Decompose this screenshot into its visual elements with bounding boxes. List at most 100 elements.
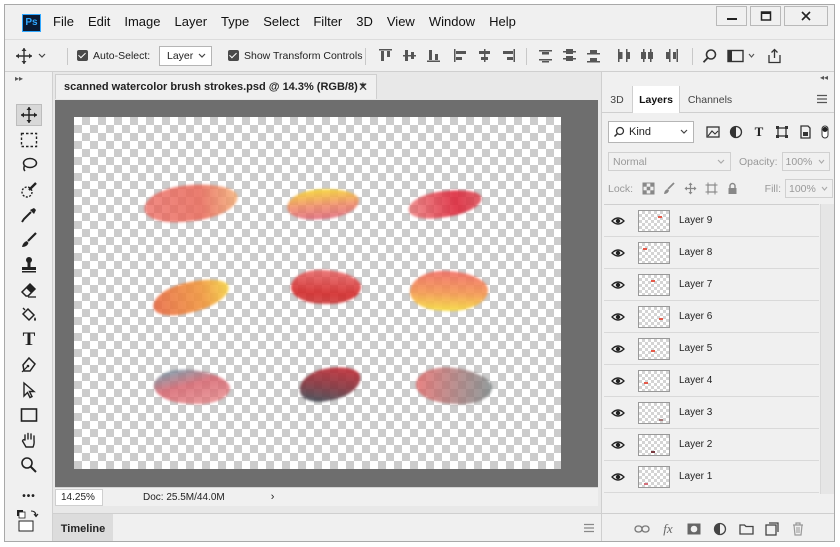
layer-row[interactable]: Layer 7 (604, 269, 819, 301)
visibility-toggle[interactable] (606, 408, 630, 418)
layer-list-scrollbar[interactable] (820, 204, 834, 494)
distribute-right-icon[interactable] (664, 48, 679, 63)
canvas[interactable] (74, 117, 561, 469)
menu-edit[interactable]: Edit (88, 14, 110, 32)
brush-tool[interactable] (16, 229, 42, 251)
workspace-button[interactable] (727, 40, 756, 71)
visibility-toggle[interactable] (606, 280, 630, 290)
tab-channels[interactable]: Channels (680, 86, 740, 113)
layer-row[interactable]: Layer 2 (604, 429, 819, 461)
layer-row[interactable]: Layer 4 (604, 365, 819, 397)
lasso-tool[interactable] (16, 154, 42, 176)
lock-position-icon[interactable] (684, 182, 697, 195)
menu-help[interactable]: Help (489, 14, 516, 32)
lock-image-icon[interactable] (663, 182, 676, 195)
layer-row[interactable]: Layer 1 (604, 461, 819, 493)
align-bottom-icon[interactable] (426, 48, 441, 63)
panel-menu-icon[interactable] (583, 523, 595, 533)
menu-file[interactable]: File (53, 14, 74, 32)
menu-image[interactable]: Image (124, 14, 160, 32)
new-layer-button[interactable] (764, 521, 780, 537)
tab-layers[interactable]: Layers (632, 86, 680, 113)
filter-kind-dropdown[interactable]: Kind (608, 121, 694, 143)
auto-select-target-dropdown[interactable]: Layer (159, 40, 212, 71)
add-mask-button[interactable] (686, 521, 702, 537)
blend-mode-dropdown[interactable]: Normal (608, 152, 731, 171)
close-document-icon[interactable]: ✕ (358, 80, 368, 94)
visibility-toggle[interactable] (606, 248, 630, 258)
new-group-button[interactable] (738, 521, 754, 537)
visibility-toggle[interactable] (606, 440, 630, 450)
canvas-viewport[interactable] (55, 100, 598, 487)
collapse-panel-icon[interactable]: ◂◂ (820, 73, 828, 82)
type-filter-icon[interactable]: T (752, 125, 766, 139)
layer-style-button[interactable]: fx (660, 521, 676, 537)
visibility-toggle[interactable] (606, 216, 630, 226)
menu-filter[interactable]: Filter (313, 14, 342, 32)
maximize-button[interactable] (750, 6, 781, 26)
image-filter-icon[interactable] (706, 125, 720, 139)
lock-artboard-icon[interactable] (705, 182, 718, 195)
visibility-toggle[interactable] (606, 472, 630, 482)
search-button[interactable] (702, 40, 718, 71)
visibility-toggle[interactable] (606, 312, 630, 322)
visibility-toggle[interactable] (606, 376, 630, 386)
align-top-icon[interactable] (378, 48, 393, 63)
shape-filter-icon[interactable] (775, 125, 789, 139)
hand-tool[interactable] (16, 429, 42, 451)
zoom-tool[interactable] (16, 454, 42, 476)
menu-window[interactable]: Window (429, 14, 475, 32)
panel-menu-icon[interactable] (816, 94, 828, 104)
distribute-left-icon[interactable] (616, 48, 631, 63)
status-info-arrow-icon[interactable]: › (271, 491, 275, 503)
layer-row[interactable]: Layer 3 (604, 397, 819, 429)
delete-layer-button[interactable] (790, 521, 806, 537)
menu-select[interactable]: Select (263, 14, 299, 32)
timeline-tab[interactable]: Timeline (53, 514, 113, 541)
tool-preset-picker[interactable] (15, 40, 47, 71)
align-vertical-center-icon[interactable] (402, 48, 417, 63)
type-tool[interactable]: T (16, 329, 42, 351)
align-horizontal-center-icon[interactable] (477, 48, 492, 63)
minimize-button[interactable] (716, 6, 747, 26)
distribute-bottom-icon[interactable] (586, 48, 601, 63)
visibility-toggle[interactable] (606, 344, 630, 354)
marquee-tool[interactable] (16, 129, 42, 151)
distribute-horizontal-center-icon[interactable] (640, 48, 655, 63)
menu-type[interactable]: Type (221, 14, 249, 32)
document-tab[interactable]: scanned watercolor brush strokes.psd @ 1… (55, 74, 377, 99)
distribute-vertical-center-icon[interactable] (562, 48, 577, 63)
tab-3d[interactable]: 3D (602, 86, 632, 113)
menu-layer[interactable]: Layer (175, 14, 208, 32)
layer-row[interactable]: Layer 8 (604, 237, 819, 269)
auto-select-checkbox[interactable]: Auto-Select: (77, 40, 150, 71)
more-tools-button[interactable]: ••• (16, 485, 42, 507)
distribute-top-icon[interactable] (538, 48, 553, 63)
move-tool[interactable] (16, 104, 42, 126)
lock-all-icon[interactable] (726, 182, 739, 195)
filter-toggle-icon[interactable] (818, 125, 832, 139)
eyedropper-tool[interactable] (16, 204, 42, 226)
rectangle-tool[interactable] (16, 404, 42, 426)
fill-field[interactable]: 100% (785, 179, 833, 198)
collapse-toolbar-icon[interactable]: ▸▸ (15, 74, 23, 83)
share-button[interactable] (767, 40, 782, 71)
menu-view[interactable]: View (387, 14, 415, 32)
path-select-tool[interactable] (16, 379, 42, 401)
zoom-field[interactable]: 14.25% (55, 488, 103, 506)
opacity-field[interactable]: 100% (781, 152, 830, 171)
adjustment-filter-icon[interactable] (729, 125, 743, 139)
show-transform-checkbox[interactable]: Show Transform Controls (228, 40, 362, 71)
bucket-tool[interactable] (16, 304, 42, 326)
link-layers-button[interactable] (634, 521, 650, 537)
new-adjustment-button[interactable] (712, 521, 728, 537)
smart-object-filter-icon[interactable] (798, 125, 812, 139)
stamp-tool[interactable] (16, 254, 42, 276)
menu-3d[interactable]: 3D (356, 14, 373, 32)
pen-tool[interactable] (16, 354, 42, 376)
color-swatches[interactable] (16, 510, 42, 532)
lock-transparent-icon[interactable] (642, 182, 655, 195)
eraser-tool[interactable] (16, 279, 42, 301)
layer-row[interactable]: Layer 9 (604, 205, 819, 237)
quick-select-tool[interactable] (16, 179, 42, 201)
